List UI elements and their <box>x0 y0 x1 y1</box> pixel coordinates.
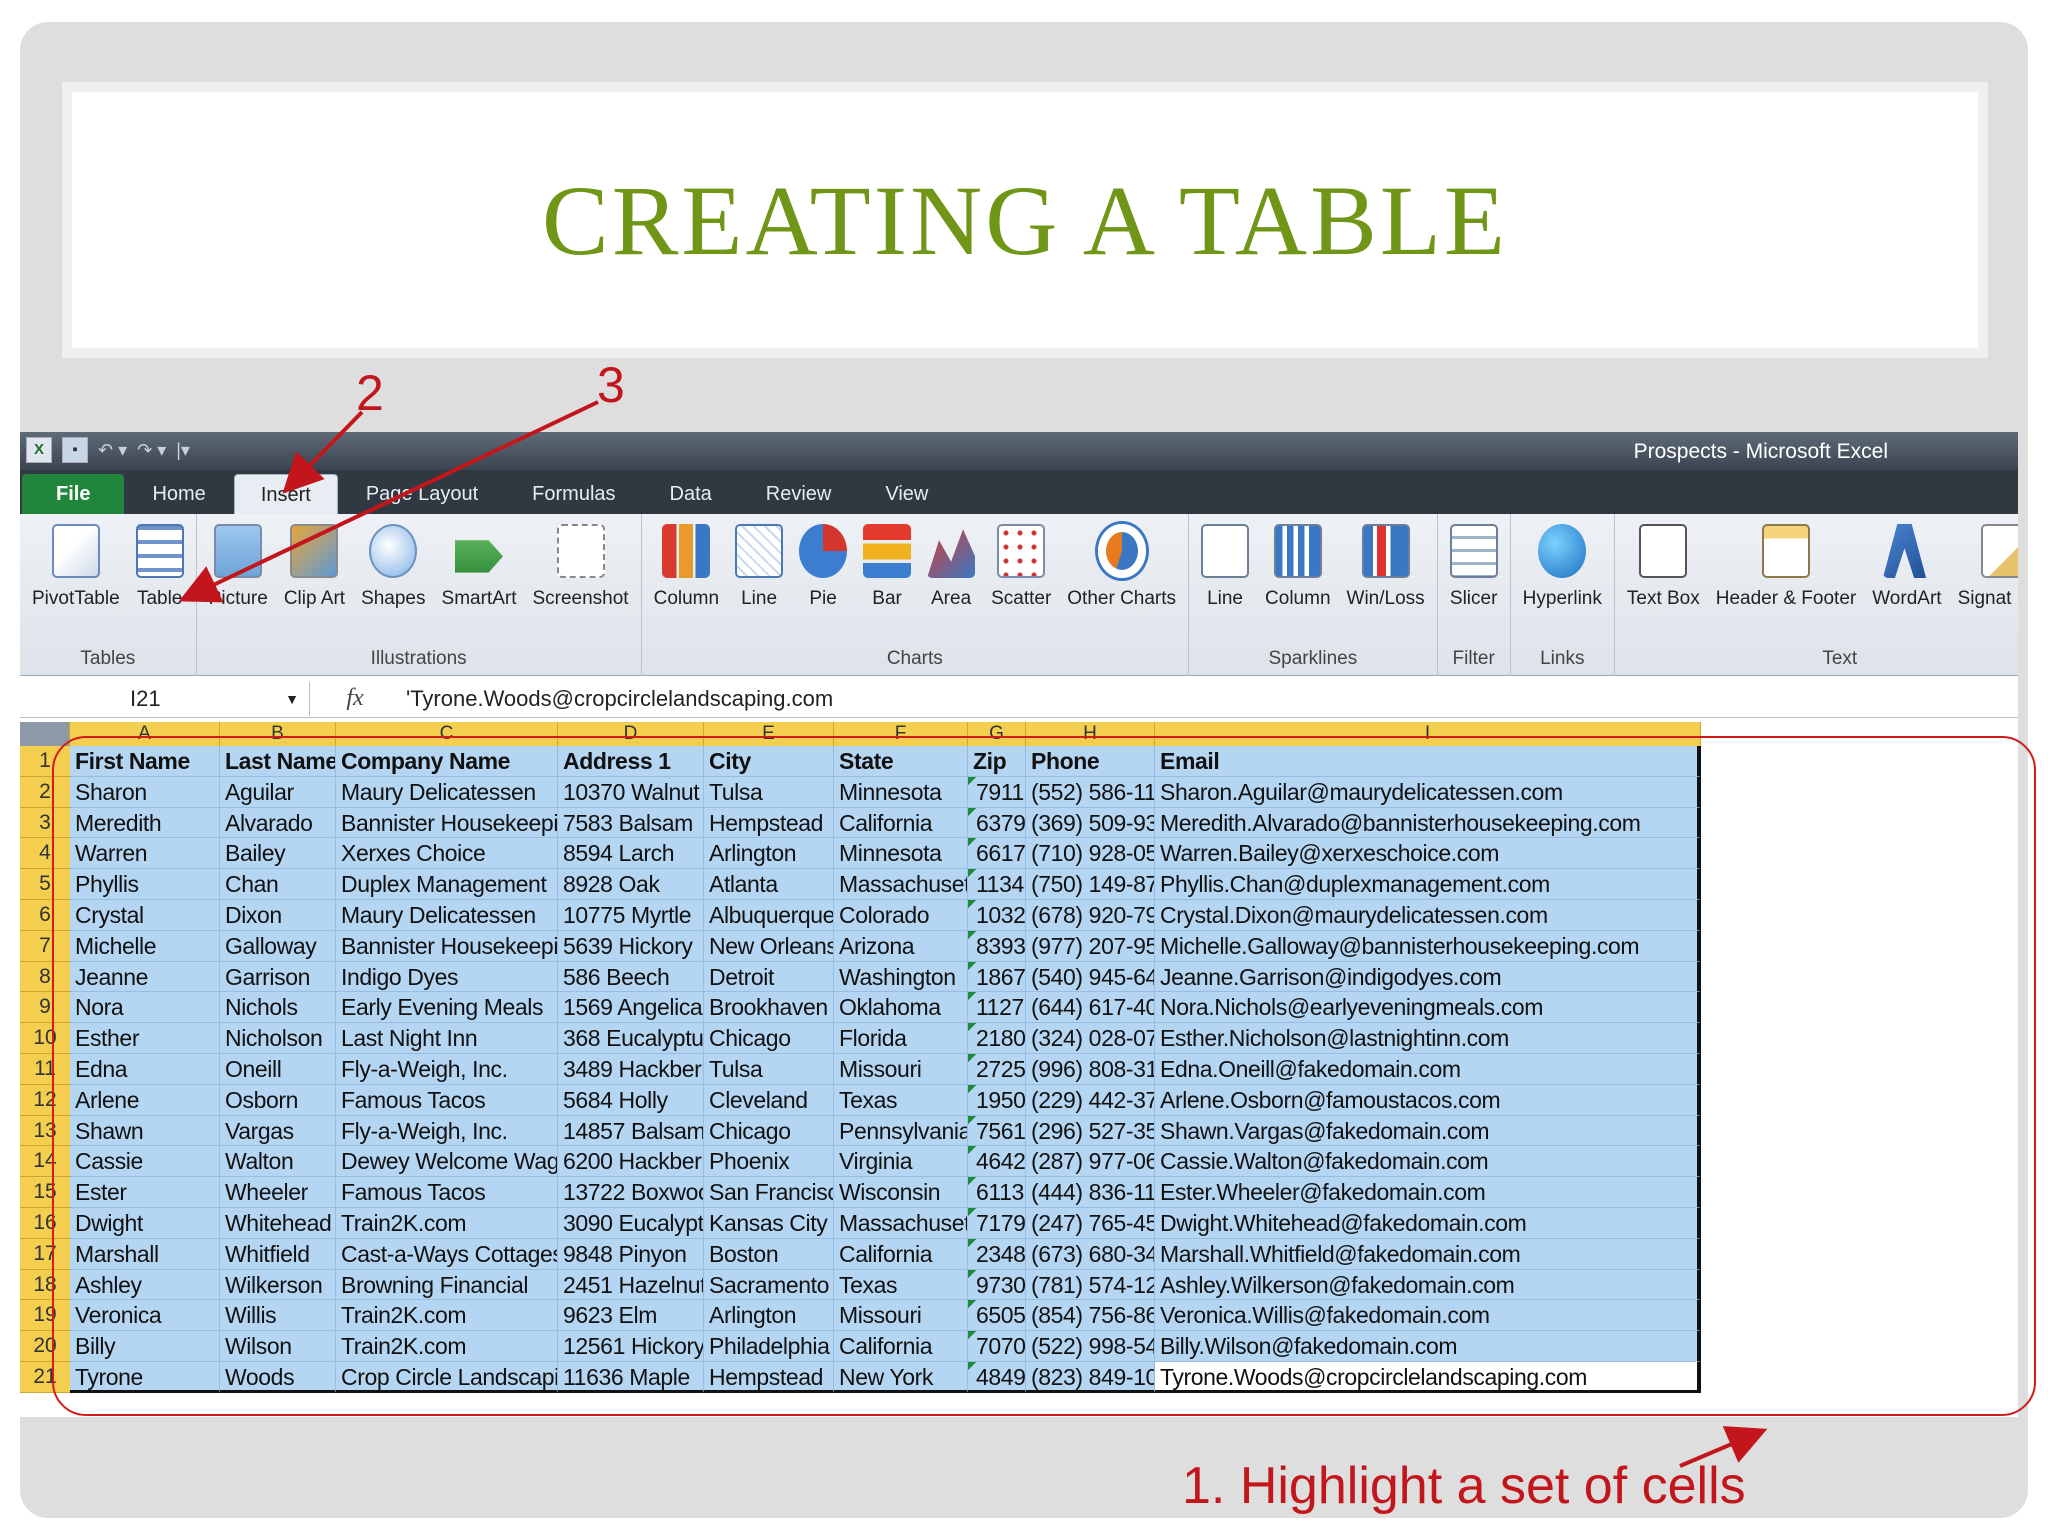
step-2-label: 2 <box>356 365 384 421</box>
step-3-label: 3 <box>597 357 625 413</box>
arrow-to-insert-tab <box>282 410 364 494</box>
arrow-to-table-button <box>178 400 599 603</box>
annotation-arrows <box>178 400 1768 1468</box>
step-1-note: 1. Highlight a set of cells <box>1182 1457 1746 1515</box>
